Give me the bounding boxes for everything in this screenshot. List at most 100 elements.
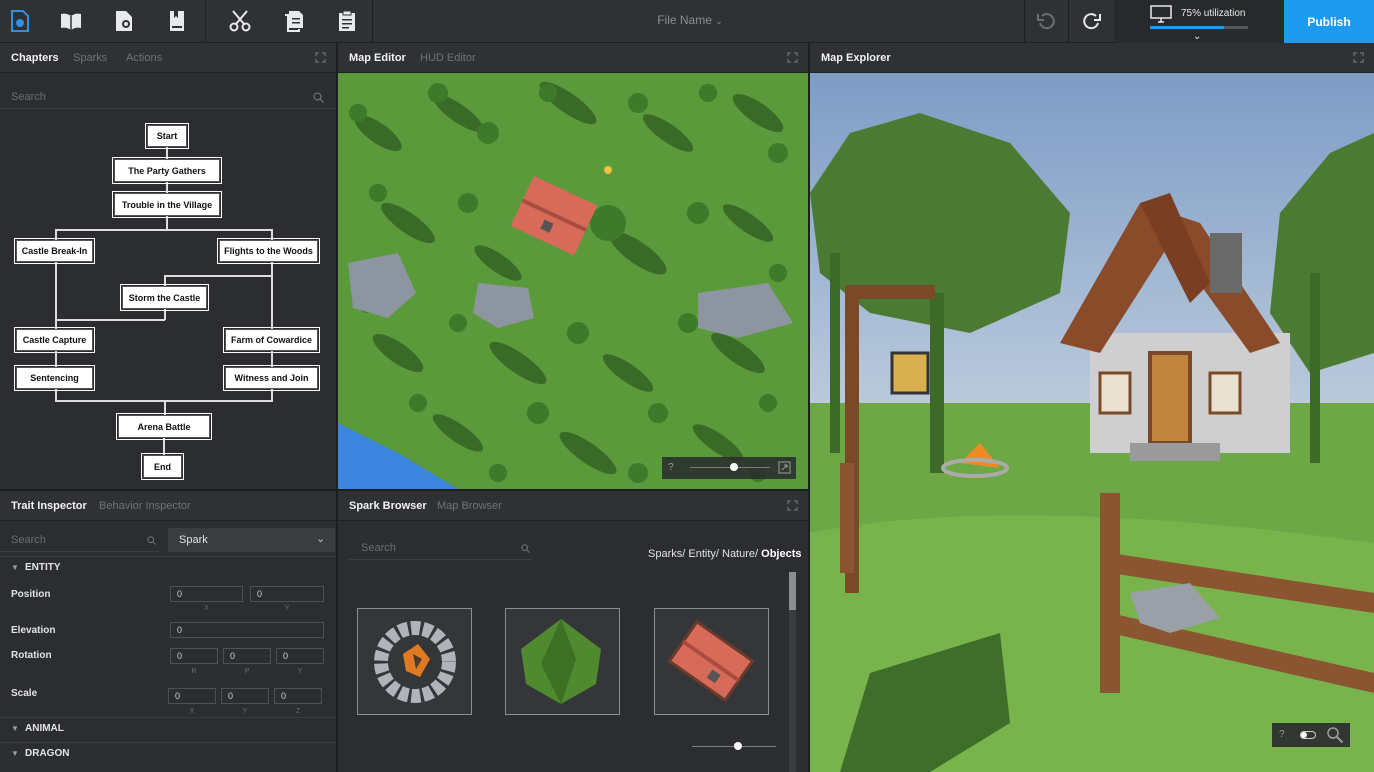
chapter-node-sentencing[interactable]: Sentencing [14,365,95,391]
caret-down-icon: ▼ [11,563,19,572]
elevation-input[interactable]: 0 [170,622,324,638]
rotation-y-label: Y [297,668,303,675]
animal-section-toggle[interactable]: ▼ ANIMAL [0,717,336,741]
top-toolbar: File Name ⌄ 75% utilization ⌄ Publish [0,0,1374,43]
thumbnail-size-slider[interactable] [692,742,776,750]
toggle-switch[interactable] [1300,731,1316,739]
trait-search-input[interactable] [11,528,136,551]
position-label: Position [11,589,51,600]
chapter-node-trouble[interactable]: Trouble in the Village [112,191,222,218]
help-icon[interactable]: ? [668,462,674,473]
map-file-icon[interactable] [7,8,33,34]
tab-behavior-inspector[interactable]: Behavior Inspector [99,500,191,512]
zoom-slider-track[interactable] [690,463,770,471]
map-explorer-viewport[interactable]: ? [810,73,1374,772]
breadcrumb-sparks[interactable]: Sparks/ [648,548,685,560]
rotation-r-label: R [191,668,197,675]
animal-section-title: ANIMAL [25,723,64,734]
document-settings-icon[interactable] [111,8,137,34]
thumbnail-size-knob[interactable] [734,742,743,750]
spark-card-bush[interactable] [505,608,620,715]
chapter-node-flights[interactable]: Flights to the Woods [217,238,320,264]
chevron-down-icon: ⌄ [316,533,326,545]
paste-icon[interactable] [334,8,360,34]
spark-search-input[interactable] [361,536,508,559]
spark-search-row [349,536,532,560]
chapter-node-farm[interactable]: Farm of Cowardice [223,327,320,353]
fit-view-icon[interactable] [778,461,791,474]
chapters-search-input[interactable] [11,85,306,108]
expand-icon[interactable] [315,52,326,63]
chapter-node-breakin[interactable]: Castle Break-In [14,238,95,264]
chapter-node-party[interactable]: The Party Gathers [112,157,222,184]
tab-hud-editor[interactable]: HUD Editor [420,52,476,64]
utilization-track [1150,26,1248,29]
scale-y-input[interactable]: 0 [221,688,269,704]
scale-z-input[interactable]: 0 [274,688,322,704]
cut-icon[interactable] [227,8,253,34]
scrollbar-thumb[interactable] [789,572,796,610]
zoom-search-icon[interactable] [1326,726,1344,744]
redo-icon[interactable] [1079,8,1105,34]
spark-breadcrumb: Sparks/ Entity/ Nature/ Objects [648,548,802,560]
type-select[interactable]: Spark ⌄ [168,528,335,552]
map-editor-canvas[interactable]: ? [338,73,808,489]
chapters-panel-header: Chapters Sparks Actions [0,43,336,73]
explorer-controls: ? [1272,723,1350,747]
tab-map-editor[interactable]: Map Editor [349,52,406,64]
chevron-down-icon[interactable]: ⌄ [1193,31,1201,42]
utilization-meter[interactable]: 75% utilization ⌄ [1114,0,1284,43]
spark-card-campfire[interactable] [357,608,472,715]
copy-icon[interactable] [281,8,307,34]
breadcrumb-nature[interactable]: Nature/ [722,548,758,560]
file-name-label: File Name [657,13,712,27]
search-icon[interactable] [147,536,156,545]
tab-map-browser[interactable]: Map Browser [437,500,502,512]
rotation-y-input[interactable]: 0 [276,648,324,664]
map-top-down-view [338,73,808,489]
zoom-slider-knob[interactable] [730,463,738,471]
rotation-label: Rotation [11,650,52,661]
position-x-input[interactable]: 0 [170,586,243,602]
dragon-section-toggle[interactable]: ▼ DRAGON [0,742,336,766]
tab-sparks[interactable]: Sparks [73,52,107,64]
tab-actions[interactable]: Actions [126,52,162,64]
breadcrumb-entity[interactable]: Entity/ [688,548,719,560]
chapter-node-witness[interactable]: Witness and Join [223,365,320,391]
chapter-node-end[interactable]: End [141,453,184,480]
spark-card-house[interactable] [654,608,769,715]
rotation-r-input[interactable]: 0 [170,648,218,664]
tab-spark-browser[interactable]: Spark Browser [349,500,427,512]
tab-map-explorer[interactable]: Map Explorer [821,52,891,64]
utilization-fill [1150,26,1224,29]
map-explorer-header: Map Explorer [810,43,1374,73]
expand-icon[interactable] [1353,52,1364,63]
map-editor-zoom-control: ? [662,457,796,479]
search-icon[interactable] [521,544,530,553]
help-icon[interactable]: ? [1279,729,1285,740]
rotation-p-input[interactable]: 0 [223,648,271,664]
search-icon[interactable] [313,92,324,103]
position-y-input[interactable]: 0 [250,586,324,602]
chapter-node-arena[interactable]: Arena Battle [116,413,212,440]
tab-chapters[interactable]: Chapters [11,52,59,64]
bookmark-doc-icon[interactable] [164,8,190,34]
tab-trait-inspector[interactable]: Trait Inspector [11,500,87,512]
scale-x-input[interactable]: 0 [168,688,216,704]
entity-section-title: ENTITY [25,562,61,573]
file-name-dropdown[interactable]: File Name ⌄ [640,13,740,27]
monitor-icon [1150,5,1172,26]
campfire-thumbnail [374,621,456,703]
spark-scrollbar[interactable] [789,572,796,772]
scale-y-label: Y [242,708,248,715]
entity-section-toggle[interactable]: ▼ ENTITY [0,556,336,580]
trait-search-row [0,528,160,552]
book-icon[interactable] [58,8,84,34]
undo-icon[interactable] [1033,8,1059,34]
chapter-node-capture[interactable]: Castle Capture [14,327,95,353]
publish-button[interactable]: Publish [1284,0,1374,43]
expand-icon[interactable] [787,52,798,63]
chapter-node-storm[interactable]: Storm the Castle [120,284,209,311]
chapter-node-start[interactable]: Start [145,123,189,149]
expand-icon[interactable] [787,500,798,511]
